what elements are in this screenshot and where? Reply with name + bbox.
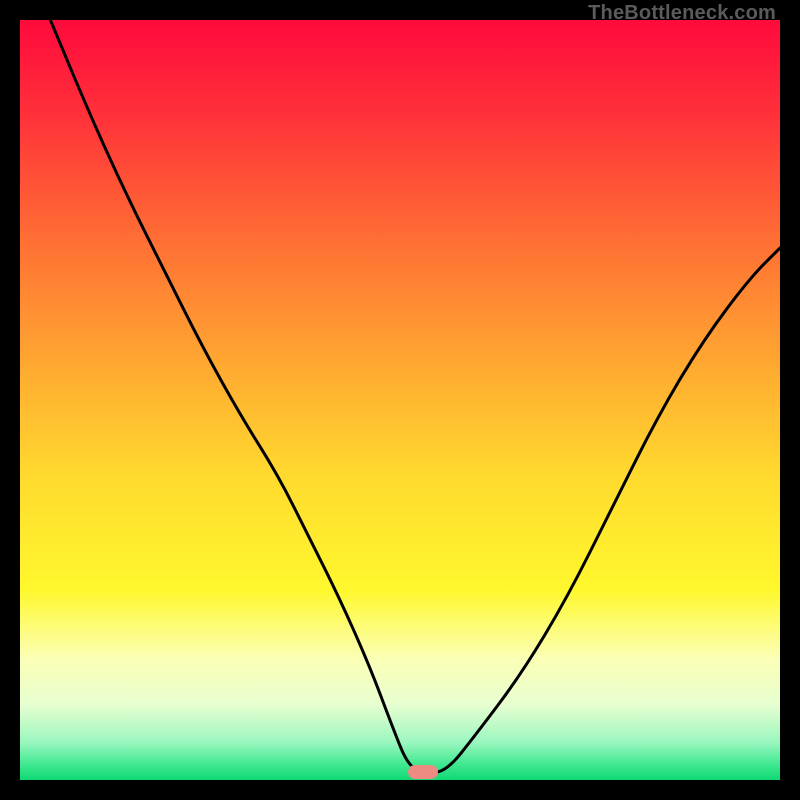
optimal-marker: [408, 765, 438, 779]
chart-frame: [20, 20, 780, 780]
watermark-text: TheBottleneck.com: [588, 2, 776, 25]
bottleneck-plot: [20, 20, 780, 780]
gradient-background: [20, 20, 780, 780]
